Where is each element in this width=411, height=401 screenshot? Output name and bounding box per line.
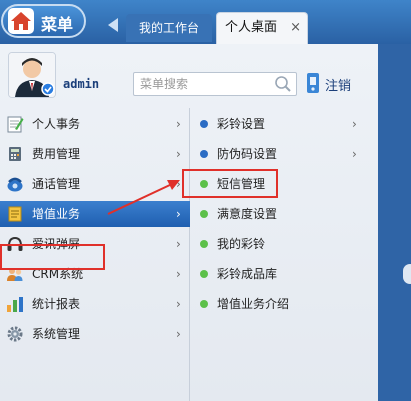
avatar [8, 52, 56, 98]
chevron-right-icon: › [176, 177, 181, 191]
bullet-icon [200, 210, 208, 218]
menu-search [133, 72, 297, 96]
tab-scroll-left-icon[interactable] [108, 18, 118, 32]
menu-panel: admin 注销 个人事务 › [0, 44, 378, 401]
telephone-icon [7, 177, 23, 192]
menu-item-label: 个人事务 [32, 117, 81, 131]
menu-label: 菜单 [41, 15, 74, 34]
main-menu-button[interactable]: 菜单 [1, 4, 86, 38]
menu-item-label: 通话管理 [32, 177, 81, 191]
submenu-item-label: 防伪码设置 [217, 147, 278, 161]
submenu-item-label: 彩铃设置 [217, 117, 266, 131]
document-icon [8, 206, 22, 222]
chevron-right-icon: › [176, 297, 181, 311]
bullet-icon [200, 240, 208, 248]
bar-chart-icon [7, 297, 23, 312]
tab-label: 个人桌面 [225, 20, 278, 35]
submenu-item-satisfaction-settings[interactable]: 满意度设置 [190, 201, 378, 227]
chevron-right-icon: › [176, 237, 181, 251]
submenu-item-ringback-settings[interactable]: 彩铃设置 › [190, 111, 378, 137]
username: admin [63, 77, 100, 91]
gear-icon [7, 326, 23, 342]
search-icon[interactable] [274, 75, 292, 93]
highlight-box-sms-management [182, 169, 278, 198]
chevron-right-icon: › [176, 207, 181, 221]
menu-item-label: 费用管理 [32, 147, 81, 161]
chevron-right-icon: › [352, 147, 357, 161]
menu-item-personal-affairs[interactable]: 个人事务 › [0, 111, 190, 137]
bullet-icon [200, 300, 208, 308]
close-icon[interactable]: × [290, 13, 301, 43]
submenu-item-service-intro[interactable]: 增值业务介绍 [190, 291, 378, 317]
menu-item-system-management[interactable]: 系统管理 › [0, 321, 190, 347]
chevron-right-icon: › [352, 117, 357, 131]
side-handle[interactable] [403, 264, 411, 284]
calculator-icon [9, 147, 21, 161]
menu-item-label: 系统管理 [32, 327, 81, 341]
submenu-item-label: 增值业务介绍 [217, 297, 290, 311]
submenu-item-label: 我的彩铃 [217, 237, 266, 251]
home-icon [8, 8, 34, 34]
background-area [378, 44, 411, 401]
logout-label: 注销 [325, 79, 352, 94]
user-avatar-icon [9, 53, 55, 97]
menu-item-call-management[interactable]: 通话管理 › [0, 171, 190, 197]
search-input[interactable] [134, 73, 276, 95]
submenu-item-ringback-library[interactable]: 彩铃成品库 [190, 261, 378, 287]
top-bar: 菜单 我的工作台 个人桌面 × [0, 0, 411, 44]
submenu-item-label: 彩铃成品库 [217, 267, 278, 281]
bullet-icon [200, 150, 208, 158]
bullet-icon [200, 120, 208, 128]
tab-label: 我的工作台 [138, 21, 199, 35]
menu-item-statistics-report[interactable]: 统计报表 › [0, 291, 190, 317]
bullet-icon [200, 270, 208, 278]
logout-icon [307, 73, 319, 93]
chevron-right-icon: › [176, 327, 181, 341]
tab-personal-desktop[interactable]: 个人桌面 × [216, 12, 308, 44]
chevron-right-icon: › [176, 147, 181, 161]
tab-my-workbench[interactable]: 我的工作台 [126, 14, 212, 42]
submenu-item-anti-counterfeit-settings[interactable]: 防伪码设置 › [190, 141, 378, 167]
chevron-right-icon: › [176, 267, 181, 281]
chevron-right-icon: › [176, 117, 181, 131]
menu-item-expense-management[interactable]: 费用管理 › [0, 141, 190, 167]
menu-item-label: 统计报表 [32, 297, 81, 311]
highlight-box-active-item [0, 244, 105, 270]
notepad-icon [7, 116, 24, 133]
menu-item-value-added-services[interactable]: 增值业务 › [0, 201, 190, 227]
menu-item-label: 增值业务 [32, 207, 81, 221]
submenu-item-my-ringback[interactable]: 我的彩铃 [190, 231, 378, 257]
submenu-item-label: 满意度设置 [217, 207, 278, 221]
